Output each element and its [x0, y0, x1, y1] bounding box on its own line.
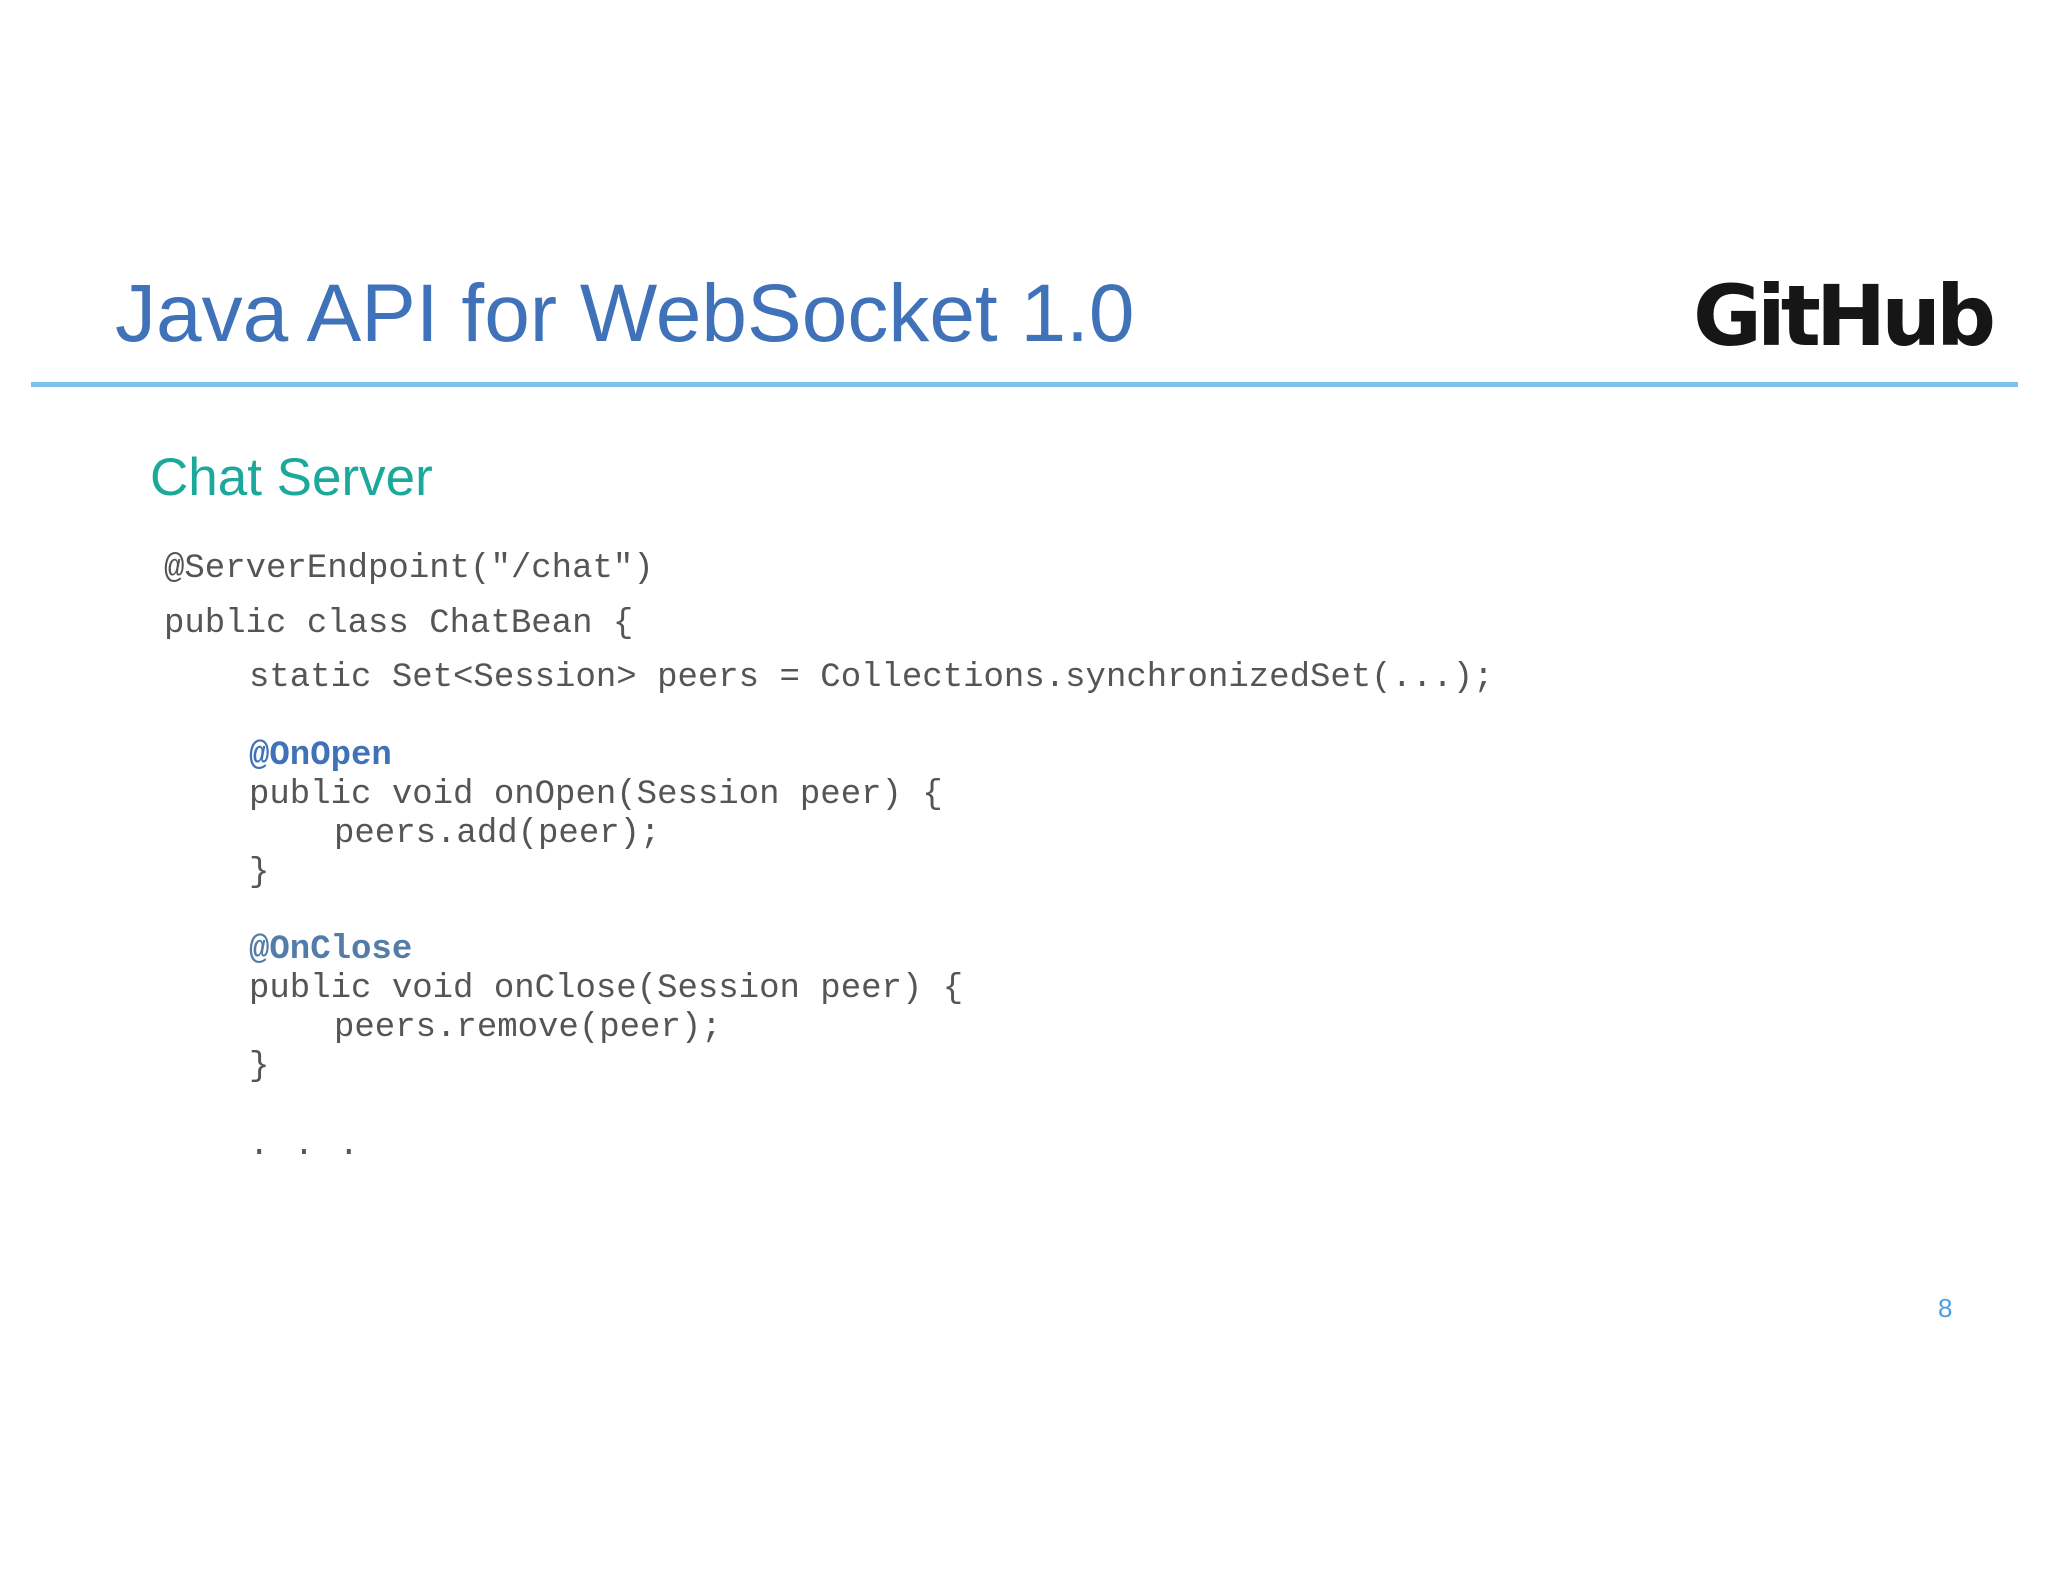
code-annotation: @OnOpen [249, 737, 392, 775]
code-line: public class ChatBean { [164, 605, 634, 643]
slide-subtitle: Chat Server [150, 448, 433, 507]
code-line: @ServerEndpoint("/chat") [164, 550, 654, 588]
title-divider [31, 382, 2018, 387]
code-annotation: @OnClose [249, 931, 413, 969]
code-line: static Set<Session> peers = Collections.… [249, 659, 1494, 697]
code-line: public void onClose(Session peer) { [249, 970, 964, 1008]
code-line: } [249, 854, 270, 892]
page-number: 8 [1938, 1293, 1953, 1323]
code-line: peers.add(peer); [334, 815, 661, 853]
code-line: } [249, 1048, 270, 1086]
slide-title: Java API for WebSocket 1.0 [115, 268, 1135, 359]
github-logo: GitHub [1693, 267, 1996, 365]
code-line: peers.remove(peer); [334, 1009, 722, 1047]
code-ellipsis: . . . [249, 1127, 362, 1165]
code-line: public void onOpen(Session peer) { [249, 776, 943, 814]
